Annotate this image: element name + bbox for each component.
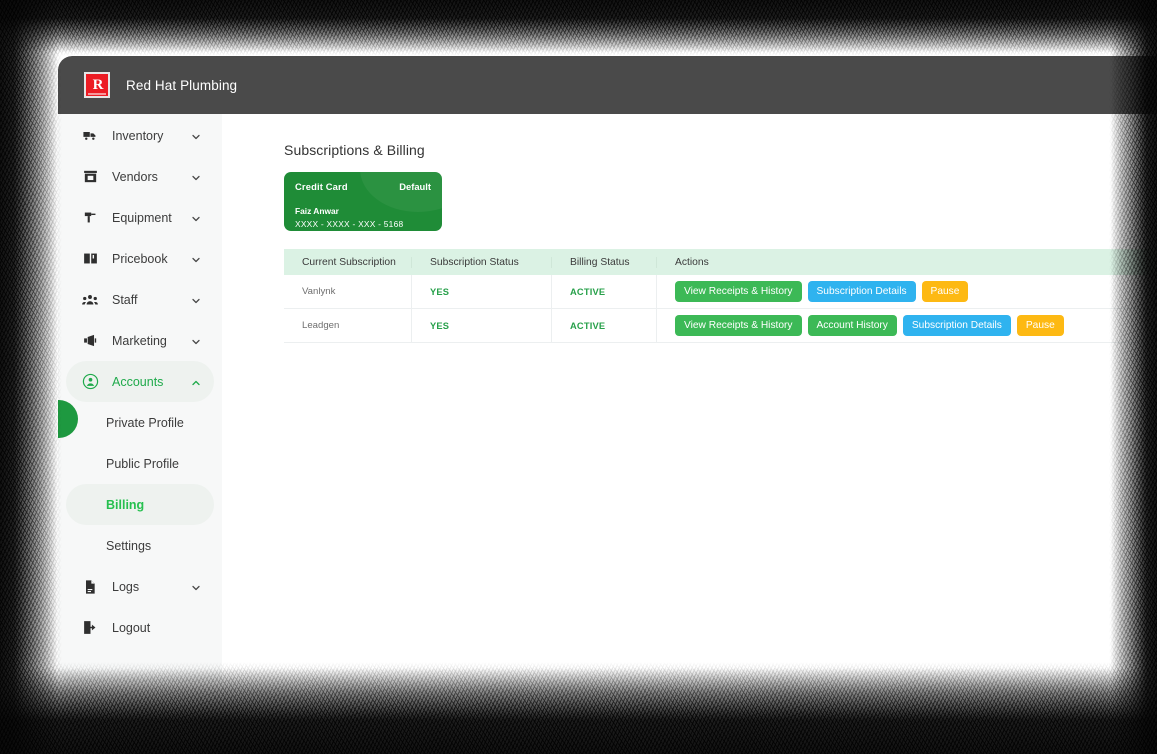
brand-logo-monogram: R [92, 76, 104, 93]
drill-icon [80, 208, 100, 228]
subscription-status-value: YES [430, 320, 450, 331]
sidebar-subitem-public-profile[interactable]: Public Profile [66, 443, 214, 484]
sidebar-item-logout[interactable]: Logout [66, 607, 214, 648]
app-window: R Red Hat Plumbing Inventory Vendors Equ… [58, 56, 1157, 682]
sidebar-item-label: Staff [112, 292, 138, 307]
column-header-billing-status: Billing Status [552, 256, 657, 268]
row-action-buttons: View Receipts & History Subscription Det… [675, 280, 969, 303]
sidebar-subitem-label: Billing [106, 497, 145, 512]
column-header-actions: Actions [675, 256, 709, 268]
page-title: Subscriptions & Billing [284, 142, 425, 158]
cell-billing-status: ACTIVE [552, 274, 657, 309]
screen: R Red Hat Plumbing Inventory Vendors Equ… [0, 0, 1157, 754]
chevron-down-icon [190, 171, 202, 183]
view-receipts-history-button[interactable]: View Receipts & History [675, 314, 802, 337]
store-icon [80, 167, 100, 187]
sidebar-item-vendors[interactable]: Vendors [66, 156, 214, 197]
sidebar-subitem-billing[interactable]: Billing [66, 484, 214, 525]
book-icon [80, 249, 100, 269]
sidebar-item-logs[interactable]: Logs [66, 566, 214, 607]
chevron-up-icon [190, 376, 202, 388]
sidebar[interactable]: Inventory Vendors Equipment Pricebook St… [58, 114, 222, 682]
brand-name: Red Hat Plumbing [126, 77, 238, 93]
sidebar-item-label: Equipment [112, 210, 172, 225]
sidebar-item-accounts[interactable]: Accounts [66, 361, 214, 402]
column-header-subscription-status: Subscription Status [412, 256, 552, 268]
truck-icon [80, 126, 100, 146]
sidebar-item-label: Accounts [112, 374, 164, 389]
sidebar-item-label: Vendors [112, 169, 158, 184]
sidebar-item-equipment[interactable]: Equipment [66, 197, 214, 238]
view-receipts-history-button[interactable]: View Receipts & History [675, 280, 802, 303]
table-row: Vanlynk YES ACTIVE View Receipts & Histo… [284, 274, 1157, 309]
cell-actions: View Receipts & History Subscription Det… [657, 275, 1157, 309]
chevron-down-icon [190, 335, 202, 347]
table-header-row: Current Subscription Subscription Status… [284, 249, 1157, 275]
pause-button[interactable]: Pause [1016, 314, 1064, 337]
chevron-down-icon [190, 581, 202, 593]
sidebar-item-label: Pricebook [112, 251, 168, 266]
brand-logo-icon: R [84, 72, 110, 98]
account-icon [80, 372, 100, 392]
subscription-details-button[interactable]: Subscription Details [902, 314, 1011, 337]
sidebar-item-staff[interactable]: Staff [66, 279, 214, 320]
sidebar-subitem-label: Private Profile [106, 415, 184, 430]
sidebar-item-inventory[interactable]: Inventory [66, 115, 214, 156]
payment-card-default-badge: Default [399, 181, 431, 192]
sidebar-item-label: Inventory [112, 128, 164, 143]
top-bar: R Red Hat Plumbing [58, 56, 1157, 114]
main-content: Subscriptions & Billing Credit Card Defa… [222, 114, 1157, 682]
cell-subscription-status: YES [412, 274, 552, 309]
cell-subscription-status: YES [412, 308, 552, 343]
cell-actions: View Receipts & History Account History … [657, 309, 1157, 343]
sidebar-item-label: Logs [112, 579, 140, 594]
sidebar-subitem-label: Settings [106, 538, 152, 553]
pause-button[interactable]: Pause [921, 280, 969, 303]
payment-card-header: Credit Card Default [295, 181, 431, 192]
payment-card-number: XXXX - XXXX - XXX - 5168 [295, 219, 404, 229]
cell-current-subscription: Leadgen [284, 308, 412, 343]
account-history-button[interactable]: Account History [807, 314, 897, 337]
cell-billing-status: ACTIVE [552, 308, 657, 343]
table-row: Leadgen YES ACTIVE View Receipts & Histo… [284, 308, 1157, 343]
sidebar-subitem-settings[interactable]: Settings [66, 525, 214, 566]
subscription-details-button[interactable]: Subscription Details [807, 280, 916, 303]
sidebar-item-label: Logout [112, 620, 151, 635]
document-icon [80, 577, 100, 597]
sidebar-subitem-label: Public Profile [106, 456, 179, 471]
chevron-down-icon [190, 294, 202, 306]
subscriptions-table: Current Subscription Subscription Status… [284, 249, 1157, 343]
subscription-status-value: YES [430, 286, 450, 297]
logout-icon [80, 618, 100, 638]
chevron-down-icon [190, 130, 202, 142]
payment-card-type: Credit Card [295, 181, 348, 192]
sidebar-item-pricebook[interactable]: Pricebook [66, 238, 214, 279]
payment-method-card[interactable]: Credit Card Default Faiz Anwar XXXX - XX… [284, 172, 442, 231]
billing-status-value: ACTIVE [570, 320, 606, 331]
sidebar-item-label: Marketing [112, 333, 167, 348]
people-icon [80, 290, 100, 310]
sidebar-item-marketing[interactable]: Marketing [66, 320, 214, 361]
sidebar-subitem-private-profile[interactable]: Private Profile [66, 402, 214, 443]
cell-current-subscription: Vanlynk [284, 274, 412, 309]
megaphone-icon [80, 331, 100, 351]
brand-logo-underline [88, 93, 106, 95]
row-action-buttons: View Receipts & History Account History … [675, 314, 1064, 337]
payment-card-holder: Faiz Anwar [295, 206, 339, 216]
chevron-down-icon [190, 212, 202, 224]
billing-status-value: ACTIVE [570, 286, 606, 297]
column-header-current-subscription: Current Subscription [284, 256, 412, 268]
chevron-down-icon [190, 253, 202, 265]
